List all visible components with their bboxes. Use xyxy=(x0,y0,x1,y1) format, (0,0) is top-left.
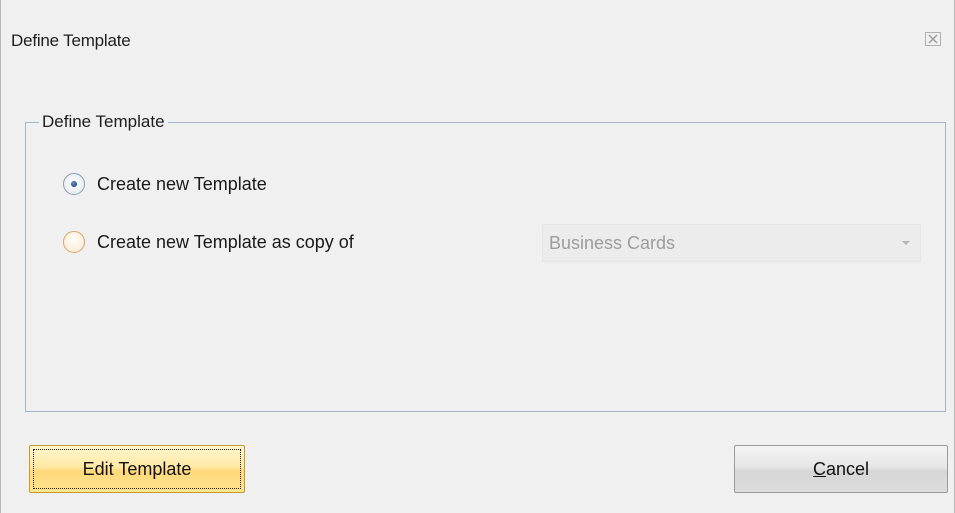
radio-create-copy-label: Create new Template as copy of xyxy=(97,231,354,252)
radio-create-copy[interactable]: Create new Template as copy of xyxy=(63,231,354,253)
radio-unchecked-icon[interactable] xyxy=(63,231,85,253)
chevron-down-icon xyxy=(902,241,910,245)
close-icon xyxy=(925,32,941,46)
edit-template-label: Edit Template xyxy=(82,458,192,479)
groupbox-legend: Define Template xyxy=(39,110,168,134)
window-title: Define Template xyxy=(11,31,131,50)
radio-create-new[interactable]: Create new Template xyxy=(63,173,267,195)
cancel-label-rest: ancel xyxy=(825,458,870,479)
cancel-mnemonic: C xyxy=(812,458,826,479)
define-template-dialog: Define Template Define Template Create n… xyxy=(0,0,955,513)
radio-checked-icon[interactable] xyxy=(63,173,85,195)
title-bar: Define Template xyxy=(1,0,954,85)
cancel-button[interactable]: Cancel xyxy=(734,445,948,493)
define-template-groupbox xyxy=(25,122,946,412)
close-button[interactable] xyxy=(922,28,944,50)
template-source-dropdown[interactable]: Business Cards xyxy=(542,224,921,262)
radio-create-new-label: Create new Template xyxy=(97,173,267,194)
edit-template-button[interactable]: Edit Template xyxy=(29,445,245,493)
cancel-label: Cancel xyxy=(813,459,869,480)
template-source-value: Business Cards xyxy=(549,233,676,253)
